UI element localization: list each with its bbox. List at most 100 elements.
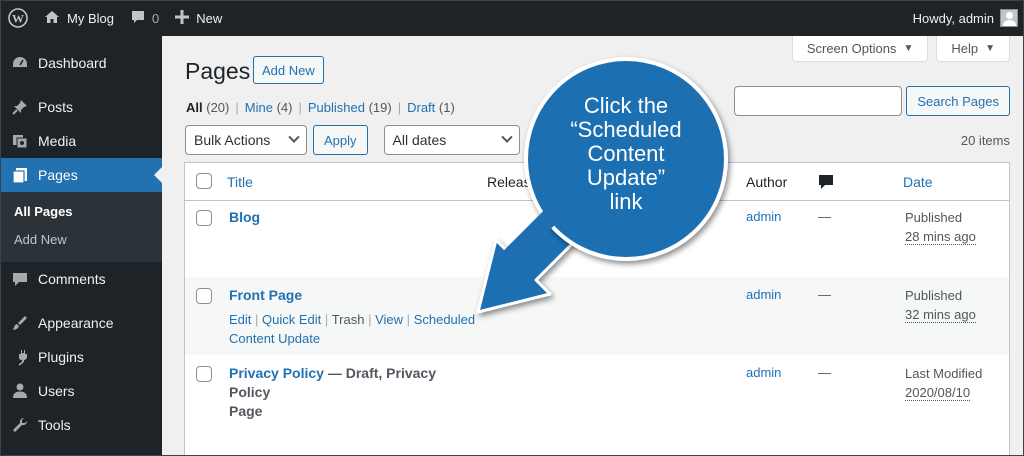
sidebar-item-comments[interactable]: Comments [0,262,162,296]
sidebar-item-label: Plugins [38,349,84,365]
callout-line: Content [587,141,665,166]
sidebar-item-label: Media [38,133,77,149]
sidebar-item-posts[interactable]: Posts [0,90,162,124]
row-date-status: Last Modified [905,366,983,381]
quick-edit-link[interactable]: Quick Edit [262,312,321,327]
caret-down-icon: ▼ [903,43,914,54]
callout-line: link [609,189,643,214]
column-author-header: Author [746,174,788,190]
submenu-add-new[interactable]: Add New [0,226,162,254]
users-icon [10,381,30,401]
row-author[interactable]: admin [746,365,781,380]
filter-draft-count: (1) [438,100,455,115]
column-title-header[interactable]: Title [227,174,253,190]
row-title-link[interactable]: Privacy Policy [229,365,324,381]
trash-link[interactable]: Trash [332,312,365,327]
action-separator: | [255,312,259,327]
select-all-checkbox[interactable] [196,173,212,189]
caret-down-icon: ▼ [985,43,995,54]
wrench-icon [10,415,30,435]
filter-published-label: Published [307,100,365,115]
callout-text: Click the “Scheduled Content Update” lin… [540,94,712,214]
column-release-header: Release [487,174,539,190]
view-link[interactable]: View [375,312,403,327]
row-date: Published 28 mins ago [905,208,976,246]
svg-text:W: W [12,12,24,26]
row-date-value: 28 mins ago [905,229,976,245]
add-new-button[interactable]: Add New [253,56,324,84]
row-checkbox[interactable] [196,366,212,382]
sidebar-item-users[interactable]: Users [0,374,162,408]
comment-bubble-icon [130,9,146,28]
sidebar-item-appearance[interactable]: Appearance [0,306,162,340]
row-title-link[interactable]: Blog [229,208,479,227]
scheduled-label-2: Content Update [229,331,321,346]
sidebar-item-label: Pages [38,167,78,183]
filter-separator: | [298,100,302,115]
submenu-all-pages[interactable]: All Pages [0,198,162,226]
screen-options-button[interactable]: Screen Options ▼ [791,36,929,62]
row-post-state-2: Page [229,403,263,419]
filter-mine-count: (4) [276,100,293,115]
row-title: Privacy Policy — Draft, Privacy Policy P… [229,364,479,421]
row-checkbox[interactable] [196,210,212,226]
callout-line: “Scheduled [570,117,682,142]
help-label: Help [951,41,979,56]
my-account-link[interactable]: Howdy, admin [905,0,1024,36]
sidebar-item-label: Tools [38,417,71,433]
plus-icon [175,9,190,27]
apply-button[interactable]: Apply [313,125,368,155]
search-box: Search Pages [734,86,1010,116]
row-title-link[interactable]: Front Page [229,286,479,305]
admin-bar: W My Blog 0 New Howdy, admin [0,0,1024,36]
column-date-header[interactable]: Date [903,174,933,190]
row-date: Last Modified 2020/08/10 [905,364,982,402]
filter-mine-label: Mine [244,100,273,115]
row-author[interactable]: admin [746,209,781,224]
pages-submenu: All Pages Add New [0,192,162,262]
plug-icon [10,347,30,367]
filter-published-count: (19) [368,100,392,115]
sidebar-item-media[interactable]: Media [0,124,162,158]
new-content-link[interactable]: New [167,0,230,36]
sidebar-item-dashboard[interactable]: Dashboard [0,46,162,80]
avatar [1000,9,1018,27]
sidebar-item-plugins[interactable]: Plugins [0,340,162,374]
pages-icon [10,165,30,185]
comment-icon [10,269,30,289]
pin-icon [10,97,30,117]
howdy-text: Howdy, admin [912,10,994,26]
screen-meta-links: Screen Options ▼ Help ▼ [791,36,1010,62]
row-date: Published 32 mins ago [905,286,976,324]
help-button[interactable]: Help ▼ [936,36,1010,62]
row-date-status: Published [905,288,963,303]
action-separator: | [368,312,372,327]
wordpress-logo-icon[interactable]: W [0,0,36,36]
bulk-actions-select[interactable]: Bulk Actions [185,125,307,155]
callout-line: Update” [586,165,666,190]
items-count: 20 items [960,133,1010,148]
brush-icon [10,313,30,333]
filter-mine[interactable]: Mine (4) [245,100,293,115]
edit-link[interactable]: Edit [229,312,251,327]
site-name-link[interactable]: My Blog [36,0,122,36]
dates-filter-select[interactable]: All dates [383,125,520,155]
row-date-value: 2020/08/10 [905,385,971,401]
callout-line: Click the [583,93,669,118]
sidebar-item-tools[interactable]: Tools [0,408,162,442]
search-input[interactable] [734,86,903,116]
filter-published[interactable]: Published (19) [308,100,392,115]
filter-all[interactable]: All (20) [186,100,229,115]
comments-link[interactable]: 0 [122,0,167,36]
comments-column-icon [818,174,834,190]
row-author[interactable]: admin [746,287,781,302]
row-checkbox[interactable] [196,288,212,304]
filter-draft[interactable]: Draft (1) [407,100,455,115]
sidebar-item-pages[interactable]: Pages [0,158,162,192]
dates-filter-value: All dates [392,132,447,148]
bulk-actions-value: Bulk Actions [194,132,271,148]
admin-sidebar: Dashboard Posts Media Pages All Pages Ad… [0,36,162,456]
sidebar-item-label: Comments [38,271,106,287]
search-pages-button[interactable]: Search Pages [906,86,1010,116]
action-separator: | [324,312,329,327]
